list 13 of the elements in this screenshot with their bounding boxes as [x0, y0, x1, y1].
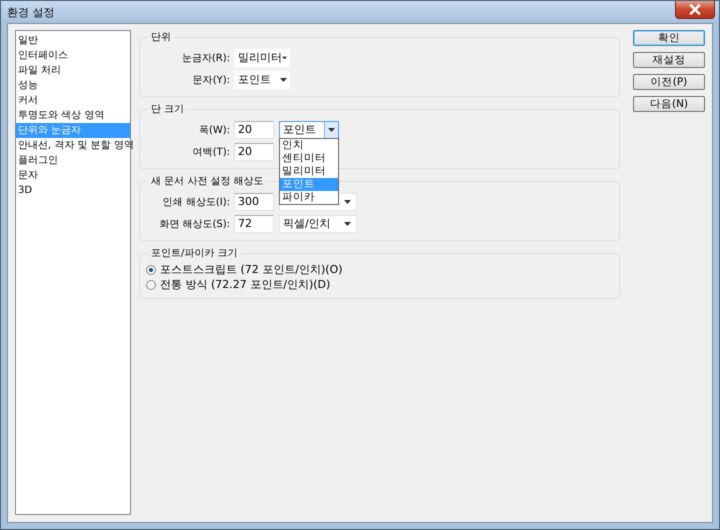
- group-title: 단위: [150, 31, 172, 44]
- radio-label: 포스트스크립트 (72 포인트/인치)(O): [160, 262, 343, 277]
- radio-label: 전통 방식 (72.27 포인트/인치)(D): [160, 277, 330, 292]
- field-label: 화면 해상도(S):: [158, 218, 230, 230]
- field-label: 폭(W):: [198, 124, 230, 136]
- group-title: 단 크기: [150, 103, 186, 116]
- window-title: 환경 설정: [6, 5, 54, 20]
- group-title: 포인트/파이카 크기: [150, 247, 239, 260]
- group-title: 새 문서 사전 설정 해상도: [150, 175, 265, 188]
- field-label: 인쇄 해상도(I):: [162, 196, 230, 208]
- field-label: 눈금자(R):: [180, 52, 230, 64]
- field-label: 문자(Y):: [192, 74, 230, 86]
- field-label: 여백(T):: [192, 146, 230, 158]
